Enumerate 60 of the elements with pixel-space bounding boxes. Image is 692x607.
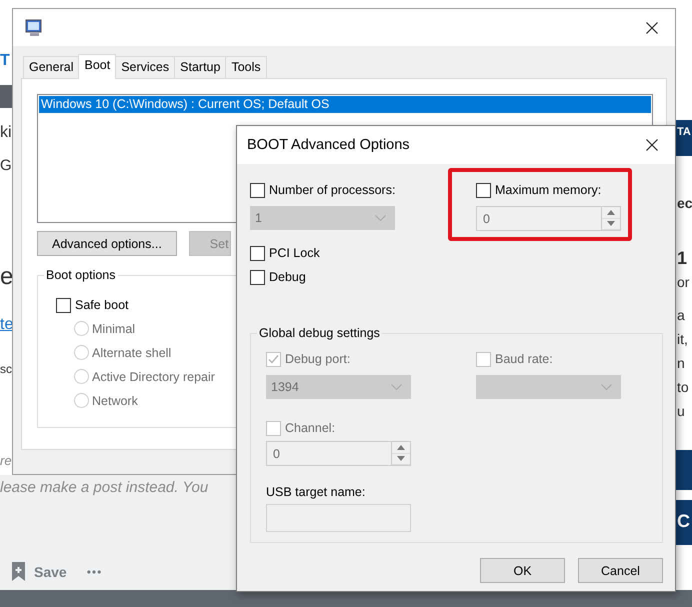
checkbox-label: Maximum memory: bbox=[495, 183, 602, 197]
push-button[interactable]: OK bbox=[480, 558, 565, 583]
checkbox[interactable] bbox=[56, 298, 71, 312]
page-text-fragment[interactable]: T bbox=[0, 52, 10, 70]
push-button[interactable]: Cancel bbox=[578, 558, 663, 583]
header-bar bbox=[0, 85, 12, 108]
boot-entry[interactable]: Windows 10 (C:\Windows) : Current OS; Default OS bbox=[39, 96, 651, 113]
page-text-fragment: C bbox=[677, 511, 690, 532]
checkbox[interactable] bbox=[250, 270, 265, 284]
comment-hint-text: lease make a post instead. You bbox=[0, 478, 210, 496]
chevron-down-icon bbox=[391, 384, 402, 390]
page-text-fragment: G bbox=[0, 157, 12, 174]
checkbox-label: PCI Lock bbox=[269, 246, 320, 260]
up-triangle-icon bbox=[397, 444, 405, 450]
page-text-fragment: to bbox=[677, 379, 689, 395]
page-text-fragment: u bbox=[677, 403, 685, 419]
checkbox-label: Number of processors: bbox=[269, 183, 396, 197]
radio-label: Minimal bbox=[92, 322, 136, 336]
down-triangle-icon bbox=[397, 456, 405, 462]
page-text-fragment: 1 bbox=[677, 248, 688, 269]
dialog-title: BOOT Advanced Options bbox=[247, 137, 411, 153]
checkbox[interactable] bbox=[250, 246, 265, 260]
field-label: USB target name: bbox=[266, 485, 366, 499]
banner bbox=[676, 500, 692, 545]
push-button[interactable]: Advanced options... bbox=[37, 231, 177, 256]
tab[interactable]: Boot bbox=[78, 54, 116, 79]
page-text-fragment: a bbox=[677, 307, 685, 323]
checkbox-label: Baud rate: bbox=[495, 352, 553, 366]
more-button[interactable]: ••• bbox=[86, 564, 102, 578]
banner bbox=[676, 120, 692, 156]
chevron-down-icon bbox=[601, 384, 612, 390]
radio-label: Network bbox=[92, 394, 138, 408]
page-text-fragment: ec bbox=[677, 195, 692, 211]
page-text-fragment: re bbox=[0, 453, 12, 468]
close-icon bbox=[646, 22, 658, 34]
down-triangle-icon bbox=[607, 221, 615, 226]
checkbox-label: Debug port: bbox=[285, 352, 350, 366]
radio-label: Active Directory repair bbox=[92, 370, 215, 384]
group-title: Boot options bbox=[44, 268, 118, 282]
tab[interactable]: General bbox=[23, 56, 80, 78]
page-text-fragment: sc bbox=[0, 362, 12, 376]
checkbox-label: Channel: bbox=[285, 421, 336, 435]
group-title: Global debug settings bbox=[257, 326, 382, 340]
page-text-fragment: it, bbox=[677, 331, 688, 347]
radio-label: Alternate shell bbox=[92, 346, 172, 360]
banner bbox=[676, 450, 692, 490]
page-text-fragment: ki bbox=[0, 124, 12, 142]
checkbox-label: Debug bbox=[269, 270, 306, 284]
tab[interactable]: Tools bbox=[225, 56, 267, 78]
chevron-down-icon bbox=[375, 215, 386, 221]
close-icon bbox=[646, 139, 658, 151]
page-text-fragment: TA bbox=[677, 126, 691, 138]
page-text-fragment: e bbox=[0, 263, 12, 291]
bookmark-plus-icon bbox=[12, 562, 25, 581]
checkbox-label: Safe boot bbox=[75, 298, 129, 312]
save-button[interactable]: Save bbox=[12, 562, 67, 581]
page-text-fragment: n bbox=[677, 355, 685, 371]
page-text-fragment: or bbox=[677, 274, 690, 290]
computer-icon bbox=[25, 18, 43, 36]
up-triangle-icon bbox=[607, 210, 615, 215]
